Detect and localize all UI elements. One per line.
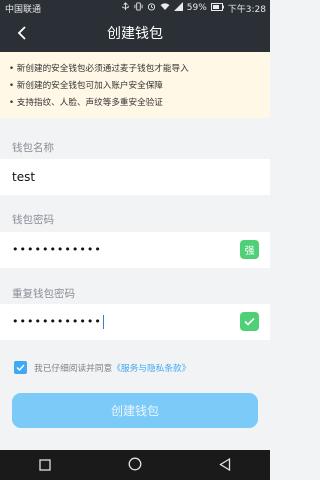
password-field[interactable]: •••••••••••• 强 xyxy=(0,232,270,268)
password-label: 钱包密码 xyxy=(12,214,54,226)
header: 创建钱包 xyxy=(0,16,270,52)
signal-icon xyxy=(173,2,183,14)
agreement-row: 我已仔细阅读并同意 《服务与隐私条款》 xyxy=(14,361,190,374)
password-input[interactable]: •••••••••••• xyxy=(12,232,102,268)
recent-apps-button[interactable] xyxy=(25,450,65,480)
back-nav-button[interactable] xyxy=(205,450,245,480)
repeat-password-input[interactable]: •••••••••••• xyxy=(12,304,104,340)
wifi-icon xyxy=(160,2,170,14)
terms-link[interactable]: 《服务与隐私条款》 xyxy=(112,361,190,374)
notice-line: • 支持指纹、人脸、声纹等多重安全验证 xyxy=(9,98,163,108)
battery-percent: 59% xyxy=(186,3,207,13)
repeat-password-field[interactable]: •••••••••••• xyxy=(0,304,270,340)
check-icon xyxy=(240,312,259,331)
wallet-name-input[interactable] xyxy=(12,159,232,195)
wallet-name-label: 钱包名称 xyxy=(12,142,54,154)
alarm-icon xyxy=(147,2,156,14)
repeat-password-value: •••••••••••• xyxy=(12,315,102,328)
wallet-name-field[interactable] xyxy=(0,159,270,195)
status-bar: 中国联通 59% 下午3:28 xyxy=(0,0,270,16)
repeat-password-label: 重复钱包密码 xyxy=(12,288,75,300)
circle-icon xyxy=(128,456,142,475)
carrier-name: 中国联通 xyxy=(5,4,42,15)
vibrate-icon xyxy=(134,2,143,14)
square-icon xyxy=(39,456,51,475)
usb-icon xyxy=(121,2,130,14)
triangle-back-icon xyxy=(219,456,231,475)
status-icons: 59% 下午3:28 xyxy=(121,2,266,15)
clock: 下午3:28 xyxy=(227,4,266,15)
text-cursor xyxy=(102,315,104,329)
agreement-checkbox[interactable] xyxy=(14,361,27,374)
notice-line: • 新创建的安全钱包可加入账户安全保障 xyxy=(9,81,163,91)
notice-line: • 新创建的安全钱包必须通过麦子钱包才能导入 xyxy=(9,64,189,74)
password-strength-badge: 强 xyxy=(240,240,259,259)
system-nav-bar xyxy=(0,450,270,480)
create-wallet-button[interactable]: 创建钱包 xyxy=(12,393,258,428)
battery-icon xyxy=(210,2,224,14)
home-button[interactable] xyxy=(115,450,155,480)
security-notice: • 新创建的安全钱包必须通过麦子钱包才能导入 • 新创建的安全钱包可加入账户安全… xyxy=(0,52,270,118)
agreement-text: 我已仔细阅读并同意 xyxy=(34,364,113,374)
page-title: 创建钱包 xyxy=(107,26,163,42)
